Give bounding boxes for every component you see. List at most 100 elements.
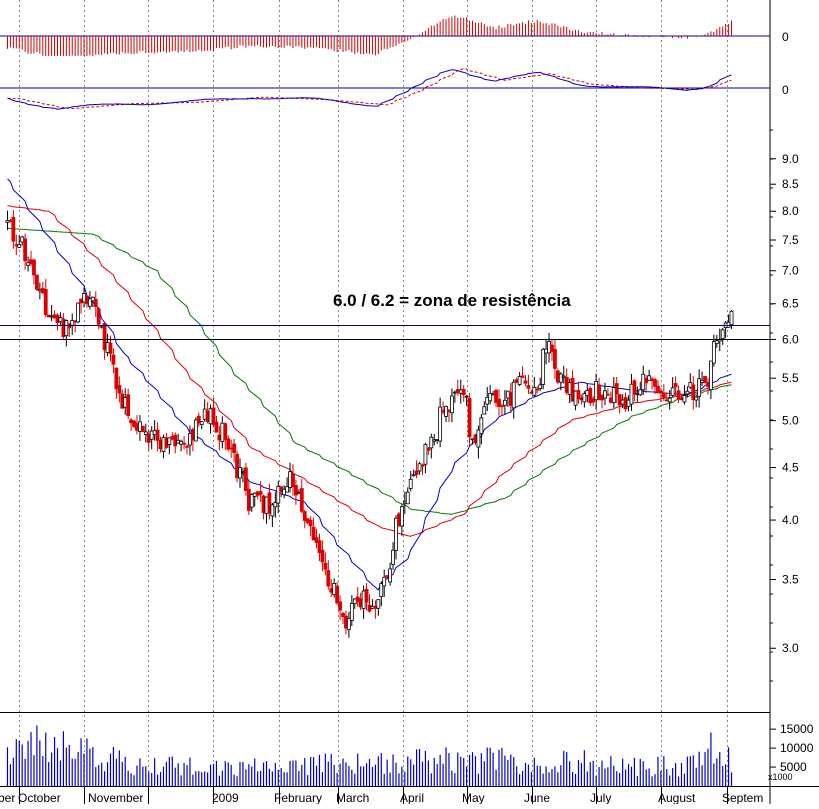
candle-body: [338, 601, 342, 611]
volume-multiplier-label: x1000: [768, 772, 793, 782]
candle-body: [117, 384, 122, 394]
candle-body: [526, 385, 531, 389]
candle-body: [308, 519, 313, 527]
candle-body: [93, 299, 98, 307]
candle-body: [670, 387, 675, 396]
candle-body: [653, 379, 657, 387]
candle-body: [541, 348, 546, 385]
candle-body: [423, 443, 428, 465]
candle-body: [614, 383, 619, 395]
candle-body: [32, 259, 36, 276]
candle-body: [711, 341, 716, 364]
candle-body: [450, 395, 454, 414]
candle-body: [243, 467, 248, 491]
chart-canvas: ber October November 2009 February March April…: [0, 0, 819, 805]
candle-body: [299, 488, 304, 512]
month-label: March: [336, 791, 369, 804]
resistance-annotation: 6.0 / 6.2 = zona de resistência: [333, 291, 571, 310]
candle-body: [182, 442, 186, 445]
price-tick-label: 5.5: [782, 371, 799, 385]
osc-zero-label: 0: [782, 83, 789, 97]
candle-body: [479, 417, 484, 435]
candle-body: [11, 217, 16, 242]
month-label: ber: [0, 791, 15, 804]
axis-layer: ber October November 2009 February March April…: [0, 129, 814, 805]
price-tick-label: 8.5: [782, 177, 799, 191]
month-label: July: [590, 791, 611, 804]
candle-body: [638, 389, 643, 396]
candle-body: [408, 478, 413, 489]
candle-body: [326, 570, 331, 587]
price-tick-label: 7.5: [782, 233, 799, 247]
candle-body: [426, 447, 431, 451]
candle-body: [185, 445, 189, 448]
candle-body: [96, 308, 101, 325]
candle-body: [382, 576, 387, 587]
volume-tick-label: 15000: [780, 722, 814, 736]
candle-body: [558, 373, 563, 383]
candle-body: [238, 467, 242, 479]
month-label: June: [524, 791, 550, 804]
candle-body: [523, 380, 528, 384]
candle-body: [511, 381, 516, 409]
candle-body: [376, 599, 381, 609]
candle-body: [108, 342, 113, 354]
candle-body: [502, 399, 507, 406]
month-label: 2009: [212, 791, 239, 804]
volume-panel: [6, 725, 733, 786]
price-tick-label: 4.5: [782, 461, 799, 475]
month-label: October: [18, 791, 61, 804]
candle-body: [35, 274, 39, 290]
candle-body: [606, 393, 610, 396]
candle-body: [703, 376, 707, 384]
candle-body: [661, 392, 666, 398]
candle-body: [538, 384, 543, 390]
candle-body: [673, 383, 678, 388]
month-label: August: [658, 791, 696, 804]
candle-body: [199, 421, 204, 426]
price-tick-label: 3.5: [782, 573, 799, 587]
candle-body: [76, 302, 81, 323]
candle-body: [500, 405, 504, 408]
candle-body: [323, 562, 328, 570]
oscillator-panel: [7, 67, 732, 110]
candle-body: [685, 390, 690, 395]
price-tick-label: 9.0: [782, 152, 799, 166]
candle-body: [364, 588, 369, 603]
hist-zero-label: 0: [782, 30, 789, 44]
candle-body: [535, 388, 540, 391]
candle-body: [482, 406, 487, 415]
price-tick-label: 3.0: [782, 641, 799, 655]
candle-body: [729, 310, 734, 326]
candle-body: [411, 474, 416, 477]
candle-body: [429, 436, 434, 449]
month-label: Septem: [722, 791, 763, 804]
candle-body: [155, 429, 160, 441]
candle-body: [720, 329, 725, 339]
candle-body: [258, 491, 263, 495]
month-label: February: [274, 791, 322, 804]
candle-body: [414, 470, 419, 475]
price-tick-label: 6.0: [782, 332, 799, 346]
resistance-lines: [0, 325, 770, 340]
candle-body: [464, 395, 469, 398]
candle-body: [291, 473, 295, 488]
candle-body: [420, 464, 425, 467]
candle-body: [391, 549, 395, 565]
month-label: April: [400, 791, 424, 804]
candle-body: [140, 425, 145, 433]
candle-body: [553, 348, 557, 369]
price-tick-label: 7.0: [782, 264, 799, 278]
candle-body: [214, 421, 219, 433]
candle-body: [111, 354, 116, 365]
candle-body: [532, 386, 537, 396]
candle-body: [576, 390, 581, 400]
price-tick-label: 4.0: [782, 513, 799, 527]
candle-body: [632, 380, 637, 395]
candle-body: [399, 506, 404, 527]
candle-body: [709, 360, 713, 391]
price-tick-label: 6.5: [782, 297, 799, 311]
candle-body: [520, 375, 525, 378]
candle-body: [320, 549, 325, 563]
month-label: November: [88, 791, 143, 804]
